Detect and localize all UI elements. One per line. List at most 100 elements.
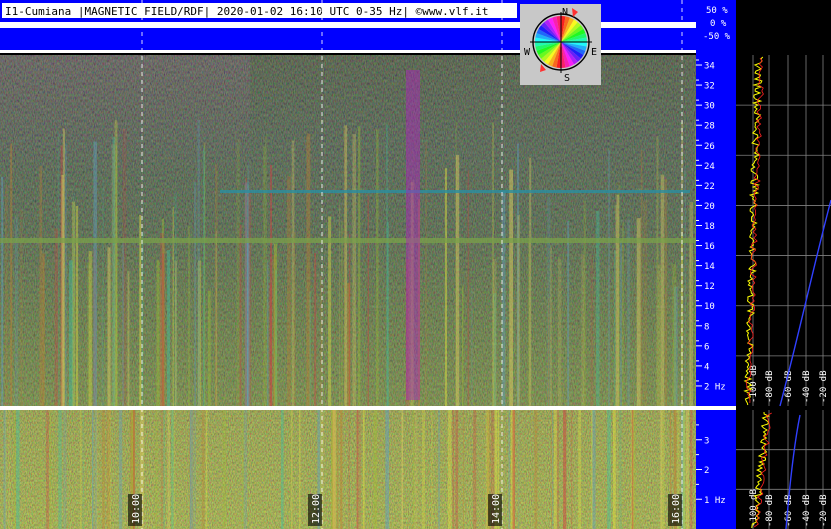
spectrogram-streak (215, 230, 217, 406)
spectrogram-streak (401, 410, 404, 529)
compass-w: W (524, 47, 531, 58)
spectrum-x-label: -20 dB (819, 494, 829, 527)
spectrogram-streak (422, 410, 425, 529)
freq-tick-label: 22 (704, 182, 715, 192)
spectrogram-streak (581, 254, 585, 406)
spectrogram-streak (335, 410, 337, 529)
spectrogram-streak (636, 218, 641, 406)
spectrogram-streak (570, 410, 573, 529)
spectrogram-streak (118, 410, 123, 529)
spectrogram-streak (508, 410, 510, 529)
freq-tick-label: 2 Hz (704, 382, 726, 392)
spectrogram-streak (102, 410, 105, 529)
spectrogram-streak (695, 122, 697, 406)
vlf-display: I1-Cumiana |MAGNETIC FIELD/RDF| 2020-01-… (0, 0, 831, 529)
spectrogram-streak (608, 150, 610, 406)
spectrogram-streak (352, 134, 356, 406)
spectrogram-streak (341, 220, 343, 406)
spectrogram-streak (8, 410, 11, 529)
spectrogram-streak (517, 214, 520, 406)
spectrogram-streak (444, 168, 447, 406)
spectrogram-streak (590, 255, 594, 406)
spectrogram-streak (156, 260, 160, 406)
signal-line-16hz (0, 238, 696, 243)
spectrogram-streak (281, 410, 284, 529)
spectrogram-streak (348, 410, 350, 529)
spectrogram-streak (314, 253, 317, 406)
spectrogram-streak (452, 410, 455, 529)
spectrogram-streak (201, 410, 205, 529)
purple-burst (406, 70, 420, 400)
spectrogram-streak (207, 290, 211, 406)
spectrogram-streak (340, 410, 343, 529)
freq-tick-label: 12 (704, 282, 715, 292)
spectrogram-streak (658, 264, 661, 406)
spectrogram-streak (243, 410, 248, 529)
panel-divider (0, 406, 696, 410)
spectrogram-streak (471, 287, 473, 406)
rdf-scale-mid: 0 % (710, 19, 727, 29)
spectrogram-streak (205, 410, 208, 529)
freq-tick-label: 30 (704, 102, 715, 112)
spectrogram-streak (171, 410, 174, 529)
spectrogram-streak (239, 224, 242, 406)
spectrogram-streak (163, 410, 165, 529)
spectrogram-streak (447, 410, 452, 529)
time-label: 10:00 (131, 494, 142, 524)
spectrogram-streak (682, 410, 686, 529)
spectrogram-streak (462, 285, 464, 406)
spectrogram-streak (194, 182, 196, 406)
spectrogram-streak (122, 241, 124, 406)
spectrogram-streak (463, 410, 464, 529)
spectrogram-streak (14, 216, 19, 406)
spectrogram-streak (518, 410, 520, 529)
freq-tick-label: 32 (704, 82, 715, 92)
rdf-scale-top: 50 % (706, 6, 728, 16)
spectrogram-streak (438, 410, 440, 529)
spectrogram-streak (689, 238, 691, 406)
time-label: 16:00 (671, 494, 682, 524)
spectrogram-streak (552, 410, 554, 529)
spectrogram-streak (614, 249, 616, 406)
spectrogram-streak (493, 259, 497, 406)
spectrogram-streak (619, 410, 622, 529)
spectrogram-streak (358, 126, 361, 407)
spectrum-x-label: -20 dB (819, 370, 829, 403)
spectrogram-streak (467, 170, 470, 406)
spectrogram-streak (306, 133, 311, 406)
spectrogram-streak (80, 410, 82, 529)
spectrogram-streak (263, 146, 266, 407)
spectrogram-streak (42, 253, 45, 406)
spectrogram-streak (387, 222, 389, 406)
spectrogram-streak (685, 410, 689, 529)
spectrogram-streak (293, 232, 296, 406)
signal-line-21hz (220, 190, 690, 193)
spectrogram-streak (356, 410, 359, 529)
spectrogram-streak (106, 410, 111, 529)
spectrogram-streak (111, 144, 115, 406)
spectrogram-streak (551, 410, 553, 529)
compass-e: E (591, 47, 597, 58)
spectrogram-streak (412, 410, 415, 529)
spectrum-x-label: -40 dB (802, 370, 812, 403)
spectrogram-streak (553, 410, 558, 529)
freq-axis-panel (696, 53, 736, 529)
spectrogram-streak (299, 410, 301, 529)
spectrogram-streak (376, 129, 379, 406)
freq-tick-label: 18 (704, 222, 715, 232)
header: I1-Cumiana |MAGNETIC FIELD/RDF| 2020-01-… (0, 0, 736, 53)
spectrogram-streak (275, 269, 277, 406)
spectrogram-streak (344, 125, 348, 407)
spectrogram-streak (39, 410, 42, 529)
spectrogram-streak (46, 410, 49, 529)
freq-tick-label: 34 (704, 62, 715, 72)
spectrogram-streak (337, 410, 339, 529)
spectrogram-streak (194, 410, 196, 529)
spectrogram-streak (39, 166, 42, 406)
spectrogram-streak (473, 410, 477, 529)
spectrogram-streak (367, 195, 369, 406)
spectrogram-streak (578, 410, 581, 529)
freq-axis-divider (696, 406, 736, 410)
compass-s: S (564, 73, 570, 84)
freq-tick-label: 14 (704, 262, 715, 272)
